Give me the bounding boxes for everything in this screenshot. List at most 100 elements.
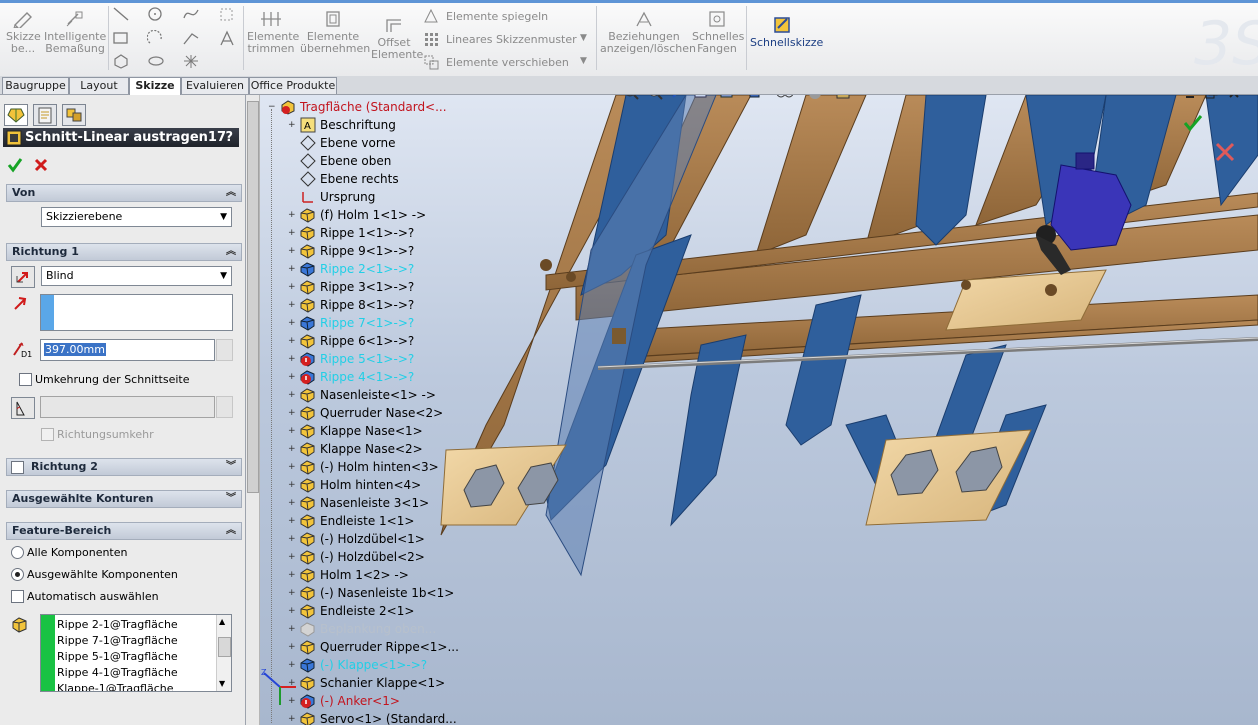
- expand-icon[interactable]: +: [288, 301, 296, 310]
- circle-tool-icon[interactable]: [147, 6, 165, 22]
- expand-icon[interactable]: +: [288, 463, 296, 472]
- tree-scrollbar[interactable]: [246, 95, 260, 725]
- expand-icon[interactable]: +: [288, 229, 296, 238]
- selected-components-radio[interactable]: [11, 568, 24, 581]
- display-style-icon[interactable]: [746, 95, 764, 101]
- expand-icon[interactable]: +: [288, 121, 296, 130]
- edit-appearance-icon[interactable]: [806, 95, 824, 101]
- ellipse-tool-icon[interactable]: [147, 53, 165, 69]
- rectangle-tool-icon[interactable]: [112, 30, 130, 46]
- scroll-thumb[interactable]: [247, 101, 259, 493]
- polygon-tool-icon[interactable]: [112, 53, 130, 69]
- mirror-entities-button[interactable]: Elemente spiegeln: [446, 10, 548, 23]
- apply-scene-icon[interactable]: [834, 95, 852, 101]
- centerpoint-tool-icon[interactable]: [218, 6, 236, 22]
- scroll-up-icon[interactable]: ▲: [219, 617, 225, 626]
- sketch-fillet-icon[interactable]: [182, 30, 200, 46]
- tab-layout[interactable]: Layout: [69, 77, 129, 94]
- group-ausgewaehlte-konturen[interactable]: Ausgewählte Konturen ︾: [6, 490, 242, 508]
- expand-icon[interactable]: +: [288, 283, 296, 292]
- group-von[interactable]: Von ︽: [6, 184, 242, 202]
- collapse-chevron-icon[interactable]: ︽: [226, 523, 236, 539]
- collapse-icon[interactable]: −: [268, 103, 276, 112]
- graphics-viewport[interactable]: − Tragfläche (Standard<... + A Beschriftung E…: [246, 95, 1258, 725]
- group-richtung2[interactable]: Richtung 2 ︾: [6, 458, 242, 476]
- depth-input[interactable]: 397.00mm: [40, 339, 215, 361]
- move-entities-button[interactable]: Elemente verschieben: [446, 56, 569, 69]
- list-item[interactable]: Klappe-1@Tragfläche: [57, 681, 174, 691]
- smart-dimension-button[interactable]: Intelligente Bemaßung: [44, 10, 106, 55]
- spline-tool-icon[interactable]: [182, 6, 200, 22]
- trim-entities-button[interactable]: Elemente trimmen: [247, 10, 299, 55]
- expand-icon[interactable]: +: [288, 535, 296, 544]
- offset-entities-button[interactable]: Offset Elemente: [371, 16, 423, 61]
- help-icon[interactable]: ?: [225, 128, 233, 147]
- restore-icon[interactable]: [1205, 95, 1218, 99]
- tab-property-manager[interactable]: [33, 104, 57, 126]
- all-components-radio[interactable]: [11, 546, 24, 559]
- tab-office-produkte[interactable]: Office Produkte: [249, 77, 337, 94]
- list-item[interactable]: Rippe 2-1@Tragfläche: [57, 617, 178, 633]
- expand-icon[interactable]: +: [288, 715, 296, 724]
- expand-icon[interactable]: +: [288, 355, 296, 364]
- line-tool-icon[interactable]: [112, 6, 130, 22]
- components-list[interactable]: Rippe 2-1@Tragfläche Rippe 7-1@Tragfläch…: [40, 614, 232, 692]
- section-view-icon[interactable]: [692, 95, 710, 101]
- expand-chevron-icon[interactable]: ︾: [226, 459, 236, 475]
- list-item[interactable]: Rippe 5-1@Tragfläche: [57, 649, 178, 665]
- expand-icon[interactable]: +: [288, 625, 296, 634]
- draft-spinner[interactable]: [216, 396, 233, 418]
- group-richtung1[interactable]: Richtung 1 ︽: [6, 243, 242, 261]
- arc-tool-icon[interactable]: [147, 30, 165, 46]
- expand-icon[interactable]: +: [288, 265, 296, 274]
- hide-show-items-icon[interactable]: [774, 95, 796, 101]
- start-condition-select[interactable]: Skizzierebene ▼: [41, 207, 232, 227]
- point-tool-icon[interactable]: [182, 53, 200, 69]
- cancel-x-icon[interactable]: [33, 157, 49, 173]
- expand-icon[interactable]: +: [288, 445, 296, 454]
- direction-selection-box[interactable]: [40, 294, 233, 331]
- draft-angle-input[interactable]: [40, 396, 215, 418]
- linear-pattern-button[interactable]: Lineares Skizzenmuster: [446, 33, 577, 46]
- expand-icon[interactable]: +: [288, 337, 296, 346]
- expand-icon[interactable]: +: [288, 643, 296, 652]
- end-condition-select[interactable]: Blind ▼: [41, 266, 232, 286]
- expand-icon[interactable]: +: [288, 571, 296, 580]
- expand-icon[interactable]: +: [288, 211, 296, 220]
- expand-icon[interactable]: +: [288, 499, 296, 508]
- expand-icon[interactable]: +: [288, 517, 296, 526]
- expand-icon[interactable]: +: [288, 391, 296, 400]
- text-tool-icon[interactable]: [218, 30, 236, 46]
- list-item[interactable]: Rippe 4-1@Tragfläche: [57, 665, 178, 681]
- tab-skizze[interactable]: Skizze: [129, 77, 181, 95]
- expand-icon[interactable]: +: [288, 553, 296, 562]
- reverse-direction-button[interactable]: [11, 266, 35, 288]
- expand-icon[interactable]: +: [288, 589, 296, 598]
- view-orientation-icon[interactable]: [718, 95, 736, 101]
- ok-checkmark-icon[interactable]: [7, 157, 23, 173]
- expand-icon[interactable]: +: [288, 247, 296, 256]
- list-item[interactable]: Rippe 7-1@Tragfläche: [57, 633, 178, 649]
- close-icon[interactable]: [1229, 95, 1239, 98]
- confirmation-ok-icon[interactable]: [1182, 113, 1204, 133]
- expand-chevron-icon[interactable]: ︾: [226, 491, 236, 507]
- skizze-button[interactable]: Skizze be...: [6, 10, 41, 55]
- zoom-area-icon[interactable]: [646, 95, 664, 101]
- quick-snaps-button[interactable]: Schnelles Fangen: [692, 10, 744, 55]
- convert-entities-button[interactable]: Elemente übernehmen: [300, 10, 370, 55]
- flip-side-checkbox[interactable]: [19, 373, 32, 386]
- collapse-chevron-icon[interactable]: ︽: [226, 185, 236, 201]
- draft-outward-checkbox[interactable]: [41, 428, 54, 441]
- draft-button[interactable]: [11, 397, 35, 419]
- group-feature-bereich[interactable]: Feature-Bereich ︽: [6, 522, 242, 540]
- chevron-down-icon[interactable]: ▼: [580, 56, 587, 66]
- scroll-thumb[interactable]: [218, 637, 231, 657]
- list-scrollbar[interactable]: ▲ ▼: [216, 615, 231, 691]
- display-relations-button[interactable]: Beziehungen anzeigen/löschen: [600, 10, 696, 55]
- scroll-down-icon[interactable]: ▼: [219, 679, 225, 688]
- auto-select-checkbox[interactable]: [11, 590, 24, 603]
- collapse-chevron-icon[interactable]: ︽: [226, 244, 236, 260]
- chevron-down-icon[interactable]: ▼: [580, 33, 587, 43]
- tab-configuration-manager[interactable]: [62, 104, 86, 126]
- previous-view-icon[interactable]: [670, 95, 688, 101]
